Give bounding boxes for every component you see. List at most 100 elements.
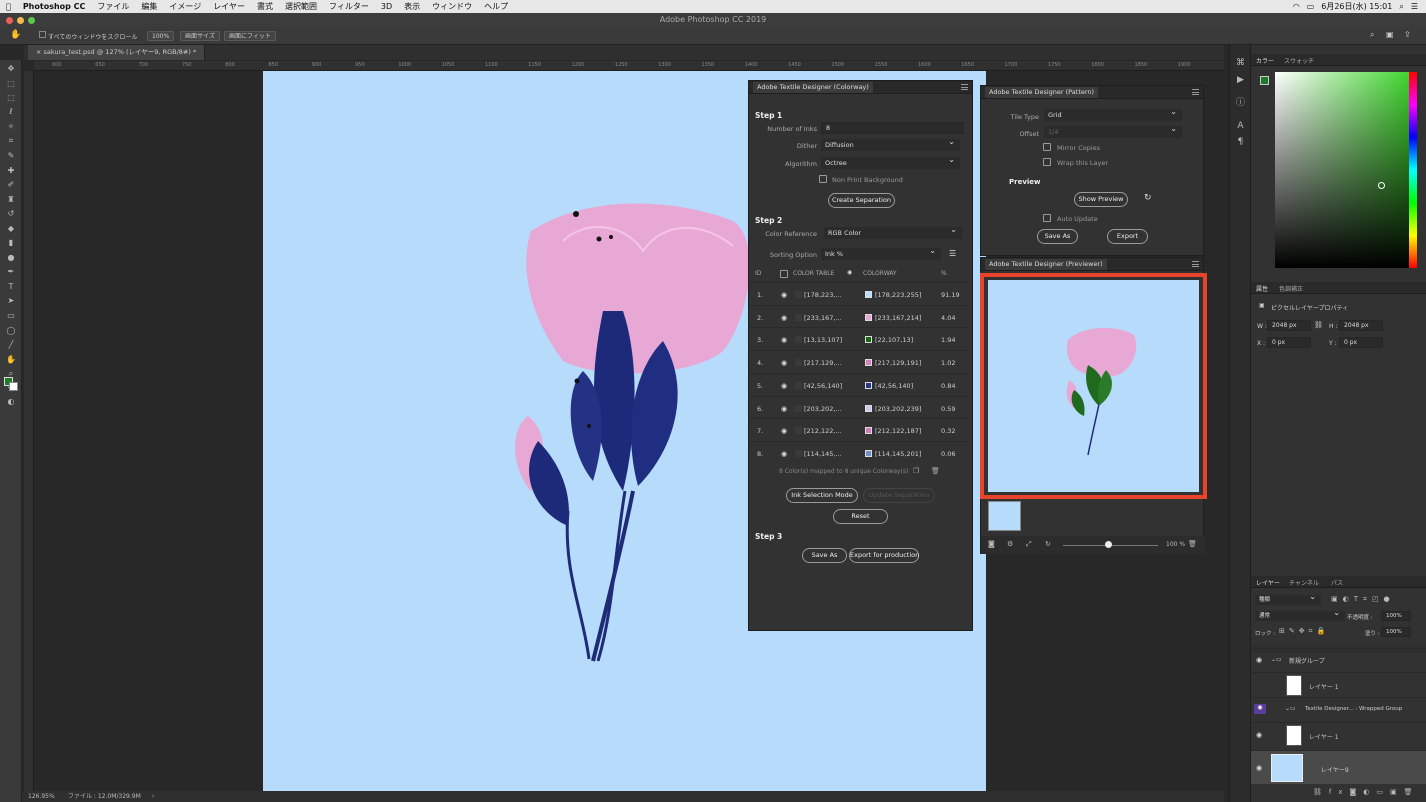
tab-close-icon[interactable]: × — [36, 48, 41, 56]
layer-row[interactable]: ◉ レイヤー 1 — [1251, 722, 1426, 747]
eraser-tool-icon[interactable]: ◆ — [5, 224, 17, 234]
search-icon[interactable]: ⌕ — [1399, 2, 1403, 12]
update-separation-button[interactable]: Update Separation — [863, 488, 935, 503]
dodge-tool-icon[interactable]: ● — [5, 253, 17, 263]
opacity-input[interactable]: 100% — [1381, 611, 1411, 621]
history-brush-icon[interactable]: ↺ — [5, 209, 17, 219]
panel-menu-icon[interactable] — [961, 84, 968, 90]
status-zoom[interactable]: 126.95% — [28, 791, 55, 802]
document-tab[interactable]: × sakura_test.psd @ 127% (レイヤー9, RGB/8#)… — [28, 45, 206, 60]
colorway-value[interactable]: [217,129,191] — [875, 359, 921, 367]
colorway-swatch[interactable] — [865, 449, 872, 457]
foreground-color-swatch[interactable] — [1260, 76, 1269, 85]
type-tool-icon[interactable]: T — [5, 282, 17, 292]
quick-mask-icon[interactable]: ◐ — [5, 397, 17, 407]
tab-layers[interactable]: レイヤー — [1256, 578, 1280, 587]
delete-icon[interactable]: 🗑 — [1188, 540, 1197, 548]
pattern-export-button[interactable]: Export — [1107, 229, 1148, 244]
menu-file[interactable]: ファイル — [91, 1, 135, 12]
ink-selection-mode-button[interactable]: Ink Selection Mode — [786, 488, 858, 503]
visibility-eye-icon[interactable]: ◉ — [1256, 764, 1262, 772]
crop-tool-icon[interactable]: ⌗ — [5, 136, 17, 146]
colorway-swatch[interactable] — [865, 427, 872, 435]
rotate-icon[interactable]: ↻ — [1045, 540, 1051, 548]
algorithm-select[interactable]: Octree — [821, 154, 960, 169]
reset-button[interactable]: Reset — [833, 509, 888, 524]
path-select-icon[interactable]: ➤ — [5, 296, 17, 306]
camera-icon[interactable]: ◙ — [988, 540, 995, 548]
layer-filter-select[interactable]: 種類 — [1255, 592, 1321, 605]
sorting-select[interactable]: Ink % — [821, 245, 941, 260]
marquee-tool-icon[interactable]: ⬚ — [5, 93, 17, 103]
colorway-value[interactable]: [212,122,187] — [875, 427, 921, 435]
link-icon[interactable]: ⛓ — [1314, 321, 1323, 329]
zoom-slider-thumb[interactable] — [1105, 541, 1112, 548]
layers-footer-icons[interactable]: ⛓fx◙◐▭▣🗑 — [1251, 788, 1426, 802]
tab-color[interactable]: カラー — [1256, 56, 1274, 65]
status-arrow-icon[interactable]: › — [152, 791, 154, 802]
tab-adjustments[interactable]: 色調補正 — [1279, 284, 1303, 293]
menu-select[interactable]: 選択範囲 — [279, 1, 323, 12]
hand-tool-icon[interactable]: ✋ — [5, 355, 17, 365]
height-input[interactable]: 2048 px — [1339, 320, 1383, 331]
colorway-value[interactable]: [42,56,140] — [875, 382, 913, 390]
visibility-eye-icon[interactable]: ◉ — [1254, 704, 1266, 714]
artboard-tool-icon[interactable]: ⬚ — [5, 79, 17, 89]
scroll-all-checkbox[interactable] — [39, 31, 46, 38]
ink-row[interactable]: 3. ◉ [13,13,107] [22,107,13] 1.94 — [749, 327, 969, 350]
copy-icon[interactable]: ❐ — [913, 467, 919, 475]
settings-icon[interactable]: ⚙ — [1007, 540, 1013, 548]
tab-properties[interactable]: 属性 — [1256, 284, 1268, 293]
shape-tool-icon[interactable]: ▭ — [5, 311, 17, 321]
ink-row[interactable]: 7. ◉ [212,122,... [212,122,187] 0.32 — [749, 418, 969, 441]
ink-visibility-eye-icon[interactable]: ◉ — [781, 359, 787, 367]
layer-group-new[interactable]: ◉ ⌄▭ 新規グループ — [1251, 648, 1426, 672]
panel-menu-icon[interactable] — [1192, 89, 1199, 95]
tab-channels[interactable]: チャンネル — [1289, 578, 1319, 587]
eyedropper-icon[interactable]: ✎ — [5, 151, 17, 161]
search-icon[interactable]: ⌕ — [1370, 30, 1374, 40]
preview-thumbnail[interactable] — [988, 501, 1021, 531]
menu-3d[interactable]: 3D — [375, 2, 398, 11]
sort-order-icon[interactable]: ☰ — [949, 249, 956, 258]
width-input[interactable]: 2048 px — [1267, 320, 1311, 331]
y-input[interactable]: 0 px — [1339, 337, 1383, 348]
non-print-bg-checkbox[interactable] — [819, 175, 827, 183]
menu-list-icon[interactable]: ☰ — [1411, 2, 1418, 11]
ellipse-tool-icon[interactable]: ◯ — [5, 326, 17, 336]
ink-row[interactable]: 4. ◉ [217,129,... [217,129,191] 1.02 — [749, 350, 969, 373]
minimize-window-button[interactable] — [17, 17, 24, 24]
layer-row-selected[interactable]: ◉ レイヤー9 — [1251, 750, 1426, 784]
ink-row[interactable]: 2. ◉ [233,167,... [233,167,214] 4.04 — [749, 304, 969, 328]
healing-tool-icon[interactable]: ✚ — [5, 166, 17, 176]
colorway-value[interactable]: [178,223,255] — [875, 291, 921, 299]
lasso-tool-icon[interactable]: ℓ — [5, 107, 17, 117]
panel-menu-icon[interactable] — [1192, 261, 1199, 267]
ink-visibility-eye-icon[interactable]: ◉ — [781, 427, 787, 435]
gradient-tool-icon[interactable]: ▮ — [5, 238, 17, 248]
colorway-swatch[interactable] — [865, 291, 872, 298]
visibility-eye-icon[interactable]: ◉ — [1256, 731, 1262, 739]
colorway-save-as-button[interactable]: Save As — [802, 548, 847, 563]
menu-type[interactable]: 書式 — [251, 1, 279, 12]
info-icon[interactable]: ⓘ — [1235, 98, 1246, 109]
dither-select[interactable]: Diffusion — [821, 136, 960, 151]
ink-row[interactable]: 1. ◉ [178,223,... [178,223,255] 91.19 — [749, 282, 969, 305]
fit-screen-button[interactable]: 画面サイズ — [180, 31, 220, 41]
ink-visibility-eye-icon[interactable]: ◉ — [781, 314, 787, 322]
lock-icons[interactable]: ⊞✎✥⌗🔒 — [1279, 627, 1329, 636]
color-ref-select[interactable]: RGB Color — [824, 224, 962, 239]
fit-icon[interactable]: ⤢ — [1026, 540, 1032, 549]
zoom-window-button[interactable] — [28, 17, 35, 24]
character-icon[interactable]: A — [1235, 121, 1246, 132]
ink-visibility-eye-icon[interactable]: ◉ — [781, 450, 787, 458]
num-inks-input[interactable]: 8 — [821, 122, 964, 134]
color-picker-marker[interactable] — [1378, 182, 1385, 189]
show-preview-button[interactable]: Show Preview — [1074, 192, 1128, 207]
pen-tool-icon[interactable]: ✒ — [5, 267, 17, 277]
workspace-icon[interactable]: ▣ — [1386, 30, 1394, 39]
auto-update-checkbox[interactable] — [1043, 214, 1051, 222]
layer-row[interactable]: レイヤー 1 — [1251, 672, 1426, 697]
colorway-swatch[interactable] — [865, 381, 872, 389]
history-icon[interactable]: ⌘ — [1235, 58, 1246, 69]
